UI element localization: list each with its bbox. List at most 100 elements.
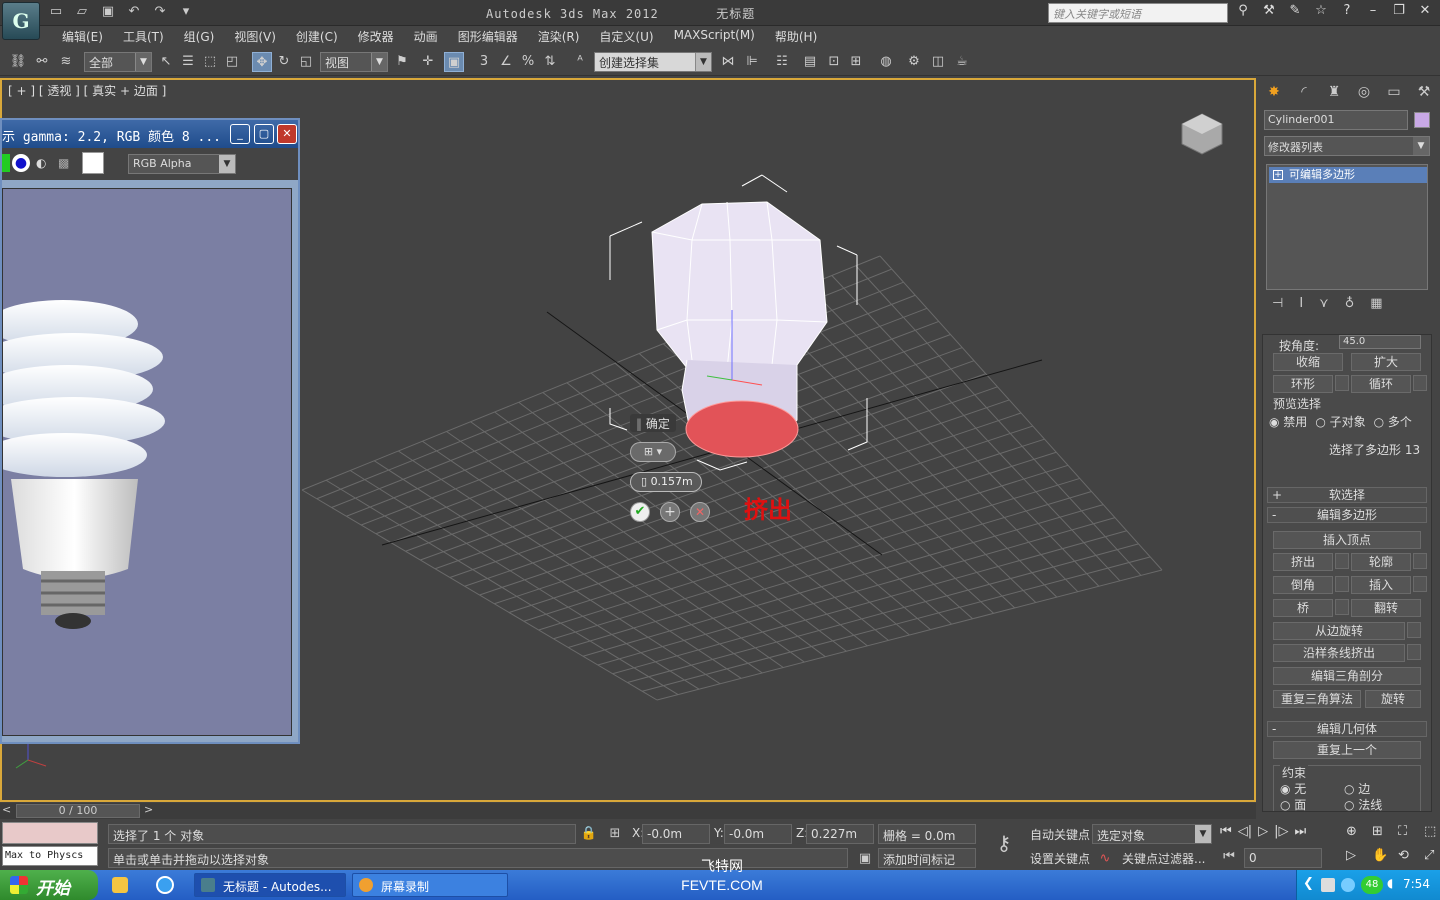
taskbar-item-3dsmax[interactable]: 无标题 - Autodes... <box>194 873 346 897</box>
layer-manager-icon[interactable]: ☷ <box>772 52 792 72</box>
rotate-icon[interactable]: ↻ <box>274 52 294 72</box>
open-file-icon[interactable]: ▱ <box>74 4 90 20</box>
z-coordinate-input[interactable]: 0.227m <box>806 824 874 844</box>
set-key-button[interactable]: 设置关键点 <box>1026 848 1094 868</box>
keyboard-shortcut-override-icon[interactable]: ▣ <box>444 52 464 72</box>
time-tag-icon[interactable]: ▣ <box>856 850 874 868</box>
named-selection-select[interactable]: 创建选择集 ▼ <box>594 52 712 72</box>
minimize-icon[interactable]: _ <box>230 124 250 144</box>
caddy-apply-button[interactable]: + <box>660 502 680 522</box>
inset-settings-button[interactable] <box>1413 576 1427 592</box>
save-icon[interactable]: ▣ <box>100 4 116 20</box>
tray-network-icon[interactable] <box>1321 878 1335 892</box>
subscription-icon[interactable]: ⚒ <box>1260 3 1278 18</box>
graphite-tools-icon[interactable]: ▤ <box>800 52 820 72</box>
hierarchy-tab-icon[interactable]: ♜ <box>1322 80 1346 104</box>
minimize-icon[interactable]: – <box>1364 3 1382 18</box>
add-time-tag-button[interactable]: 添加时间标记 <box>878 848 976 868</box>
zoom-all-icon[interactable]: ⊞ <box>1372 824 1394 844</box>
tray-volume-icon[interactable]: ◖ <box>1387 876 1393 890</box>
remove-modifier-icon[interactable]: ♁ <box>1345 296 1355 316</box>
outline-settings-button[interactable] <box>1413 553 1427 569</box>
zoom-icon[interactable]: ⊕ <box>1346 824 1368 844</box>
restore-icon[interactable]: ❐ <box>1390 3 1408 18</box>
inset-button[interactable]: 插入 <box>1351 576 1411 594</box>
prev-frame-icon[interactable]: < <box>2 803 11 816</box>
select-object-icon[interactable]: ↖ <box>156 52 176 72</box>
next-frame-icon[interactable]: > <box>144 803 153 816</box>
start-button[interactable]: 开始 <box>0 870 98 900</box>
favorites-icon[interactable]: ☆ <box>1312 3 1330 18</box>
outline-button[interactable]: 轮廓 <box>1351 553 1411 571</box>
curve-editor-icon[interactable]: ⊡ <box>824 52 844 72</box>
menu-item[interactable]: 图形编辑器 <box>448 28 528 45</box>
caddy-type-dropdown[interactable]: ⊞ ▾ <box>630 442 676 462</box>
tray-chevron-icon[interactable]: ❮ <box>1303 876 1314 891</box>
flip-button[interactable]: 翻转 <box>1351 599 1421 617</box>
selection-filter-select[interactable]: 全部 ▼ <box>84 52 152 72</box>
render-setup-icon[interactable]: ⚙ <box>904 52 924 72</box>
expand-icon[interactable]: + <box>1273 170 1283 180</box>
field-of-view-icon[interactable]: ▷ <box>1346 848 1368 868</box>
tray-ie-icon[interactable] <box>1341 878 1355 892</box>
hinge-settings-button[interactable] <box>1407 622 1421 638</box>
monochrome-icon[interactable]: ▩ <box>58 154 72 172</box>
rect-selection-icon[interactable]: ⬚ <box>200 52 220 72</box>
ring-button[interactable]: 环形 <box>1273 375 1333 393</box>
bridge-button[interactable]: 桥 <box>1273 599 1333 617</box>
key-mode-toggle-icon[interactable]: ⏮ <box>1220 848 1238 866</box>
menu-item[interactable]: 创建(C) <box>286 28 348 45</box>
show-end-result-icon[interactable]: Ⅰ <box>1299 296 1303 316</box>
menu-item[interactable]: 修改器 <box>348 28 404 45</box>
repeat-last-button[interactable]: 重复上一个 <box>1273 741 1421 759</box>
orbit-icon[interactable]: ⟲ <box>1398 848 1420 868</box>
modify-tab-icon[interactable]: ◜ <box>1292 80 1316 104</box>
loop-button[interactable]: 循环 <box>1351 375 1411 393</box>
caddy-ok-label[interactable]: ‖ 确定 <box>630 414 676 432</box>
caddy-cancel-button[interactable]: ✕ <box>690 502 710 522</box>
ring-spinner[interactable] <box>1335 375 1349 391</box>
key-icon[interactable]: ⚷ <box>990 833 1018 853</box>
time-slider-thumb[interactable]: 0 / 100 <box>16 804 140 818</box>
pin-stack-icon[interactable]: ⊣ <box>1272 296 1283 316</box>
menu-item[interactable]: 渲染(R) <box>528 28 590 45</box>
go-to-end-icon[interactable]: ⏭ <box>1294 824 1306 839</box>
maxscript-mini-listener[interactable] <box>2 822 98 844</box>
bridge-settings-button[interactable] <box>1335 599 1349 615</box>
caddy-ok-button[interactable]: ✔ <box>630 502 650 522</box>
motion-tab-icon[interactable]: ◎ <box>1352 80 1376 104</box>
render-teapot-icon[interactable]: ☕ <box>952 52 972 72</box>
menu-item[interactable]: 帮助(H) <box>765 28 827 45</box>
soft-selection-rollout[interactable]: + 软选择 <box>1267 487 1427 503</box>
background-color-swatch[interactable] <box>82 152 104 174</box>
constraint-face-option[interactable]: ○ 面 <box>1280 796 1306 811</box>
close-icon[interactable]: ✕ <box>1416 3 1434 18</box>
edit-named-selections-icon[interactable]: ᴬ <box>570 52 590 72</box>
redo-icon[interactable]: ↷ <box>152 4 168 20</box>
select-by-name-icon[interactable]: ☰ <box>178 52 198 72</box>
reference-coord-select[interactable]: 视图 ▼ <box>320 52 388 72</box>
zoom-extents-icon[interactable]: ⛶ <box>1398 824 1420 844</box>
key-filters-button[interactable]: 关键点过滤器... <box>1118 848 1209 868</box>
make-unique-icon[interactable]: ⋎ <box>1319 296 1329 316</box>
time-slider[interactable]: < 0 / 100 > <box>0 803 1256 819</box>
window-crossing-icon[interactable]: ◰ <box>222 52 242 72</box>
grow-button[interactable]: 扩大 <box>1351 353 1421 371</box>
constraint-edge-option[interactable]: ○ 边 <box>1344 780 1370 797</box>
object-color-swatch[interactable] <box>1414 112 1430 128</box>
by-angle-input[interactable]: 45.0 <box>1339 335 1421 349</box>
preview-option-multi[interactable]: ○ 多个 <box>1374 413 1412 430</box>
quicklaunch-ie-icon[interactable] <box>156 876 174 894</box>
loop-spinner[interactable] <box>1413 375 1427 391</box>
extrude-along-spline-button[interactable]: 沿样条线挤出 <box>1273 644 1405 662</box>
blue-channel-icon[interactable]: ● <box>12 154 30 172</box>
create-tab-icon[interactable]: ✸ <box>1262 80 1286 104</box>
help-icon[interactable]: ? <box>1338 3 1356 18</box>
bevel-button[interactable]: 倒角 <box>1273 576 1333 594</box>
menu-item[interactable]: 组(G) <box>174 28 225 45</box>
extrude-spline-settings-button[interactable] <box>1407 644 1421 660</box>
select-manipulate-icon[interactable]: ✛ <box>418 52 438 72</box>
mirror-icon[interactable]: ⋈ <box>718 52 738 72</box>
menu-item[interactable]: 视图(V) <box>224 28 286 45</box>
next-key-icon[interactable]: |▷ <box>1274 824 1288 839</box>
